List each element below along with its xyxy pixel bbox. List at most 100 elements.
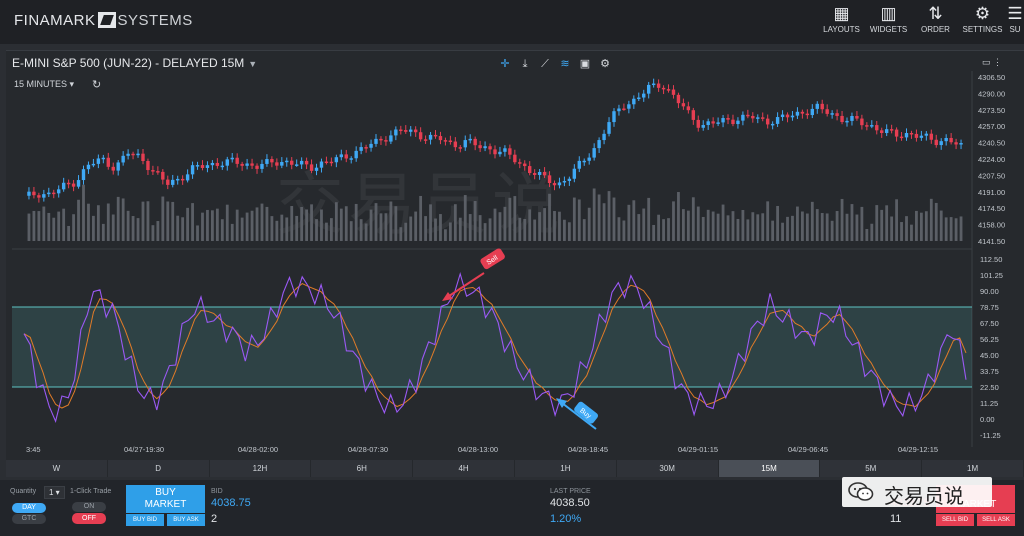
quantity-select[interactable]: 1 ▾	[44, 486, 65, 499]
volume-bar	[458, 217, 462, 241]
candle-body	[706, 121, 710, 126]
nav-layouts-button[interactable]: ▦ LAYOUTS	[818, 3, 865, 34]
candle-body	[483, 146, 487, 149]
volume-bar	[72, 214, 75, 241]
stoch-tick-label: 67.50	[980, 319, 999, 328]
candle-body	[220, 165, 225, 168]
candle-body	[528, 166, 532, 174]
candle-body	[324, 161, 329, 164]
volume-bar	[696, 206, 700, 241]
candle-body	[855, 115, 859, 119]
volume-bar	[92, 215, 95, 241]
volume-bar	[508, 197, 512, 241]
volume-bar	[900, 222, 903, 241]
candle-body	[136, 153, 140, 156]
buy-ask-button[interactable]: BUY ASK	[167, 514, 205, 526]
candle-body	[275, 162, 279, 166]
candle-body	[151, 170, 155, 172]
candle-body	[166, 179, 170, 185]
volume-bar	[845, 213, 849, 241]
volume-bar	[622, 220, 626, 241]
volume-bar	[290, 206, 294, 241]
candle-body	[780, 114, 785, 118]
x-tick-label: 04/27-19:30	[124, 445, 164, 454]
candle-body	[830, 113, 834, 115]
volume-bar	[230, 223, 234, 241]
volume-bar	[934, 202, 938, 241]
candle-body	[61, 182, 66, 190]
sell-ask-button[interactable]: SELL ASK	[977, 514, 1015, 526]
candle-body	[354, 150, 358, 159]
candle-body	[666, 89, 671, 91]
volume-bar	[166, 201, 170, 241]
timeframe-1m[interactable]: 1M	[922, 460, 1024, 477]
nav-settings-button[interactable]: ⚙ SETTINGS	[959, 3, 1006, 34]
candle-body	[899, 136, 904, 139]
gtc-toggle[interactable]: GTC	[12, 514, 46, 524]
timeframe-15m[interactable]: 15M	[718, 460, 821, 477]
one-click-off-toggle[interactable]: OFF	[72, 513, 106, 524]
sell-bid-button[interactable]: SELL BID	[936, 514, 974, 526]
candle-body	[810, 108, 815, 116]
candle-body	[171, 179, 175, 185]
timeframe-5m[interactable]: 5M	[820, 460, 923, 477]
volume-bar	[647, 197, 651, 241]
volume-bar	[513, 196, 517, 241]
volume-bar	[572, 197, 576, 241]
candle-body	[66, 182, 71, 185]
candle-body	[701, 125, 705, 128]
candle-body	[731, 119, 735, 125]
candle-body	[344, 154, 348, 159]
volume-bar	[805, 213, 809, 241]
volume-bar	[235, 209, 239, 241]
volume-bar	[662, 219, 665, 241]
candle-body	[458, 147, 462, 149]
volume-bar	[830, 220, 834, 241]
one-click-on-toggle[interactable]: ON	[72, 502, 106, 512]
timeframe-6h[interactable]: 6H	[311, 460, 414, 477]
timeframe-d[interactable]: D	[108, 460, 210, 477]
candle-body	[790, 115, 795, 118]
candle-body	[156, 171, 160, 173]
candle-body	[314, 167, 319, 171]
volume-bar	[612, 197, 616, 241]
volume-bar	[57, 211, 61, 241]
volume-bar	[260, 203, 264, 241]
bid-price: 4038.75	[211, 497, 251, 509]
candle-body	[294, 164, 299, 166]
candle-body	[126, 153, 130, 156]
stoch-tick-label: 56.25	[980, 335, 999, 344]
day-toggle[interactable]: DAY	[12, 503, 46, 513]
volume-bar	[766, 201, 770, 241]
volume-bar	[791, 215, 794, 241]
stoch-tick-label: 22.50	[980, 383, 999, 392]
candle-body	[180, 178, 185, 181]
overlay-badge-text: 交易员说	[884, 484, 964, 508]
candle-body	[954, 142, 958, 145]
timeframe-12h[interactable]: 12H	[210, 460, 312, 477]
volume-bar	[682, 209, 685, 241]
timeframe-4h[interactable]: 4H	[413, 460, 515, 477]
last-price-label: LAST PRICE	[550, 488, 591, 495]
volume-bar	[528, 209, 532, 241]
nav-support-button[interactable]: ☰ SU	[1006, 3, 1024, 34]
candle-body	[770, 123, 775, 126]
nav-widgets-button[interactable]: ▥ WIDGETS	[865, 3, 912, 34]
volume-bar	[890, 216, 894, 241]
candle-body	[924, 133, 929, 136]
volume-bar	[82, 184, 85, 241]
buy-market-button[interactable]: BUY MARKET	[126, 485, 205, 513]
volume-bar	[796, 206, 799, 241]
candle-body	[404, 130, 408, 132]
buy-bid-button[interactable]: BUY BID	[126, 514, 164, 526]
timeframe-1h[interactable]: 1H	[515, 460, 617, 477]
candle-body	[423, 139, 428, 141]
price-chart[interactable]: 4306.50 4290.00 4273.50 4257.00 4240.50 4224.…	[6, 51, 1024, 461]
x-tick-label: 04/29-12:15	[898, 445, 938, 454]
candle-body	[746, 114, 750, 117]
nav-order-button[interactable]: ⇅ ORDER	[912, 3, 959, 34]
candle-body	[146, 161, 150, 171]
timeframe-30m[interactable]: 30M	[617, 460, 719, 477]
volume-bar	[67, 225, 71, 241]
timeframe-w[interactable]: W	[6, 460, 108, 477]
